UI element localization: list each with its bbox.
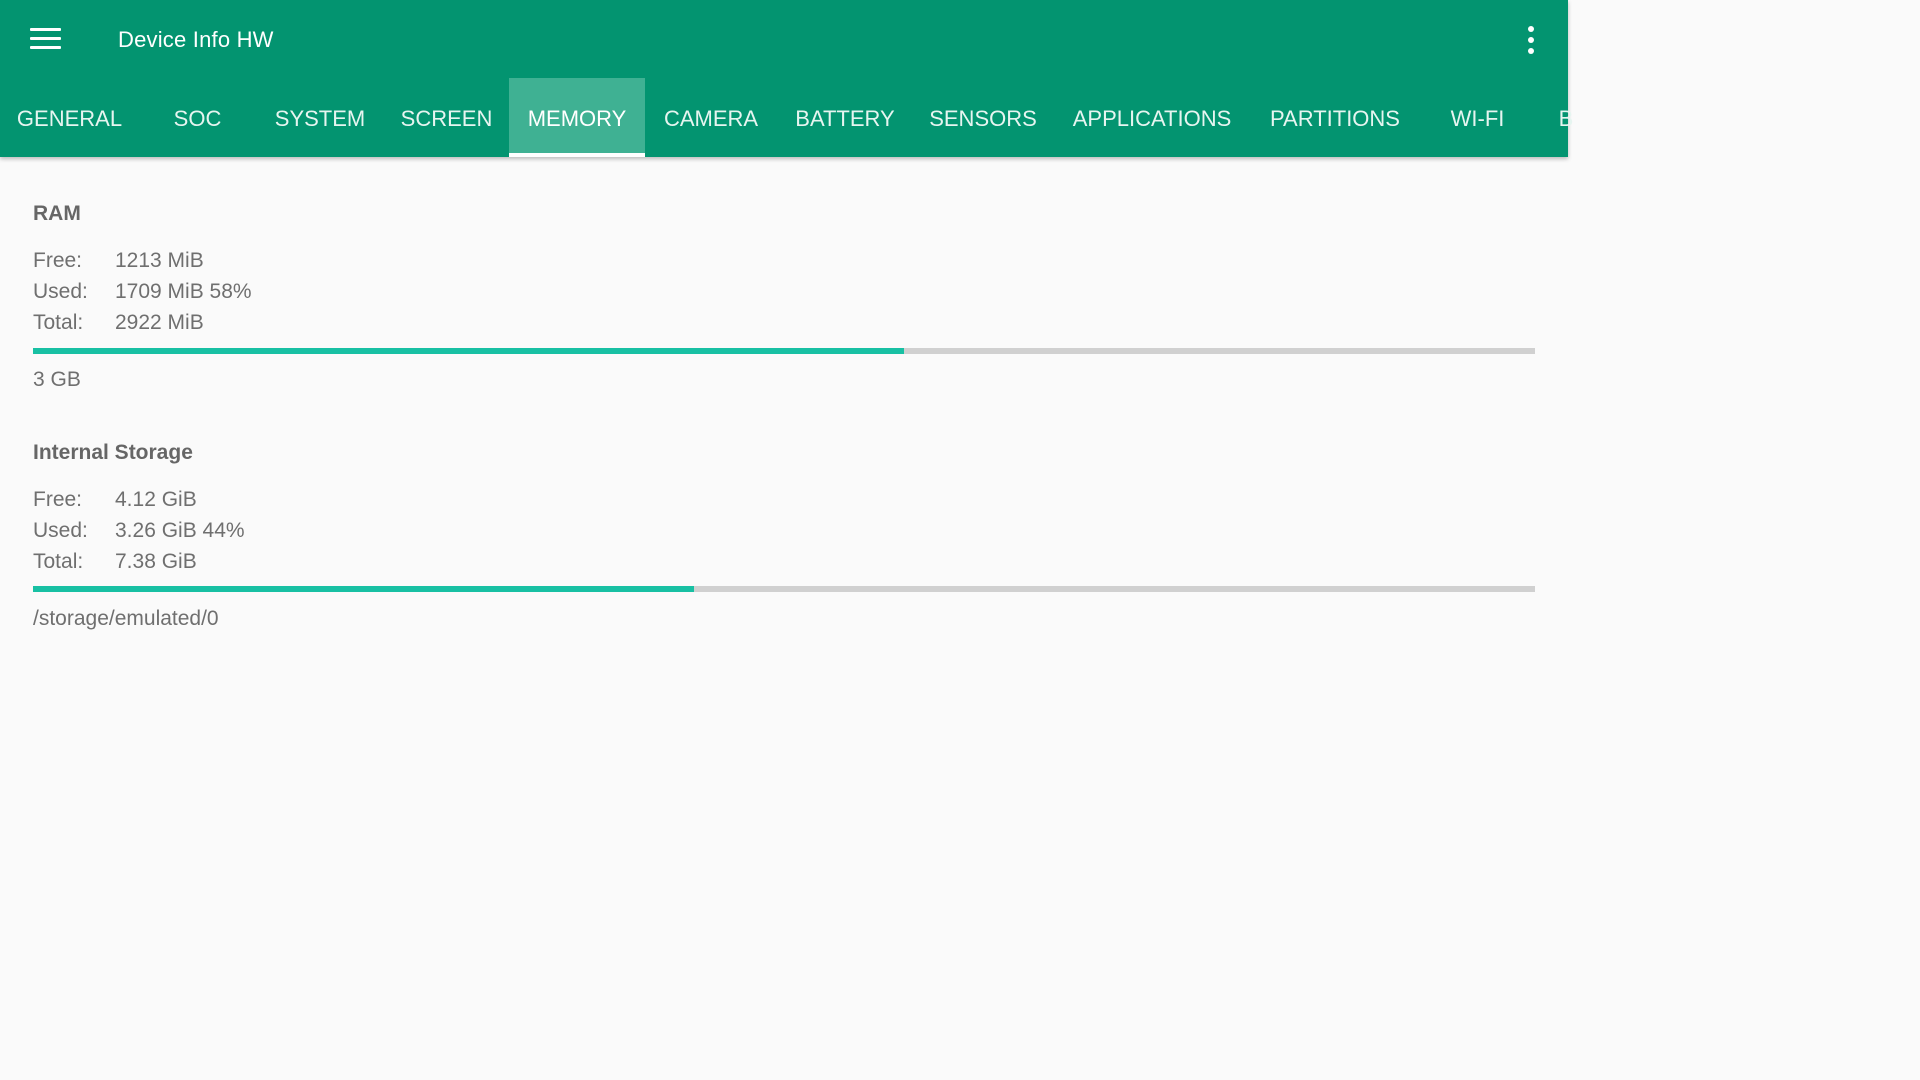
storage-used-label: Used: [33, 519, 88, 542]
tab-screen[interactable]: SCREEN [384, 78, 509, 157]
tab-applications[interactable]: APPLICATIONS [1053, 78, 1251, 157]
storage-free-value: 4.12 GiB [115, 488, 197, 511]
tab-soc[interactable]: SOC [139, 78, 256, 157]
ram-free-label: Free: [33, 249, 83, 272]
tab-wifi[interactable]: WI-FI [1419, 78, 1536, 157]
tab-partial[interactable]: B [1536, 78, 1596, 157]
ram-section-title: RAM [33, 202, 81, 225]
storage-used-value: 3.26 GiB 44% [115, 519, 245, 542]
ram-progress-bar [33, 348, 1535, 354]
storage-path-caption: /storage/emulated/0 [33, 607, 219, 630]
menu-icon[interactable] [24, 22, 66, 58]
tab-battery[interactable]: BATTERY [777, 78, 913, 157]
ram-used-value: 1709 MiB 58% [115, 280, 252, 303]
tab-general[interactable]: GENERAL [0, 78, 139, 157]
tab-memory[interactable]: MEMORY [509, 78, 645, 157]
more-vert-icon[interactable] [1516, 20, 1546, 60]
ram-size-caption: 3 GB [33, 368, 81, 391]
tab-camera[interactable]: CAMERA [645, 78, 777, 157]
storage-total-value: 7.38 GiB [115, 550, 197, 573]
storage-progress-fill [33, 586, 694, 592]
app-title: Device Info HW [118, 27, 274, 52]
ram-used-label: Used: [33, 280, 88, 303]
app-bar: Device Info HW GENERAL SOC SYSTEM SCREEN… [0, 0, 1573, 157]
ram-free-value: 1213 MiB [115, 249, 204, 272]
ram-total-label: Total: [33, 311, 84, 334]
storage-total-label: Total: [33, 550, 84, 573]
storage-section-title: Internal Storage [33, 441, 193, 464]
tab-bar: GENERAL SOC SYSTEM SCREEN MEMORY CAMERA … [0, 78, 1573, 157]
tab-partitions[interactable]: PARTITIONS [1251, 78, 1419, 157]
storage-free-label: Free: [33, 488, 83, 511]
ram-progress-fill [33, 348, 905, 354]
storage-progress-bar [33, 586, 1535, 592]
tab-system[interactable]: SYSTEM [256, 78, 384, 157]
ram-total-value: 2922 MiB [115, 311, 204, 334]
tab-sensors[interactable]: SENSORS [913, 78, 1053, 157]
